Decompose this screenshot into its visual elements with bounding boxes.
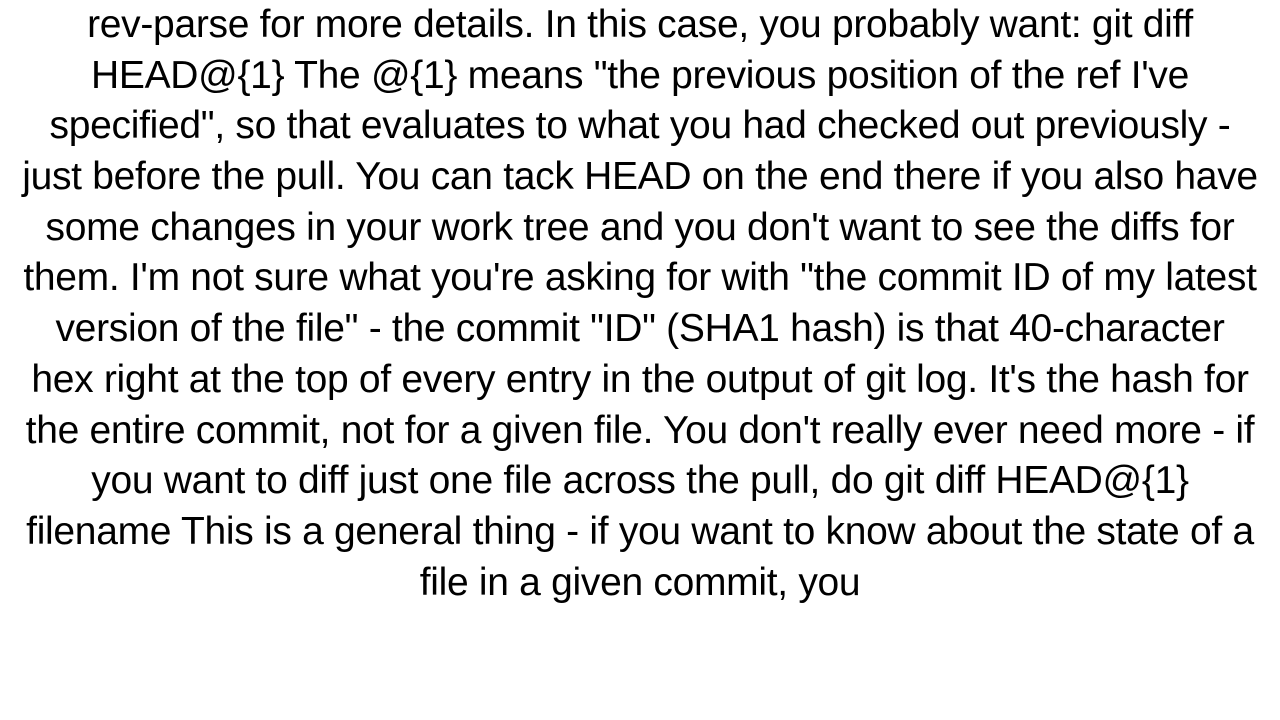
- body-paragraph: rev-parse for more details. In this case…: [22, 3, 1258, 604]
- document-body: rev-parse for more details. In this case…: [0, 0, 1280, 608]
